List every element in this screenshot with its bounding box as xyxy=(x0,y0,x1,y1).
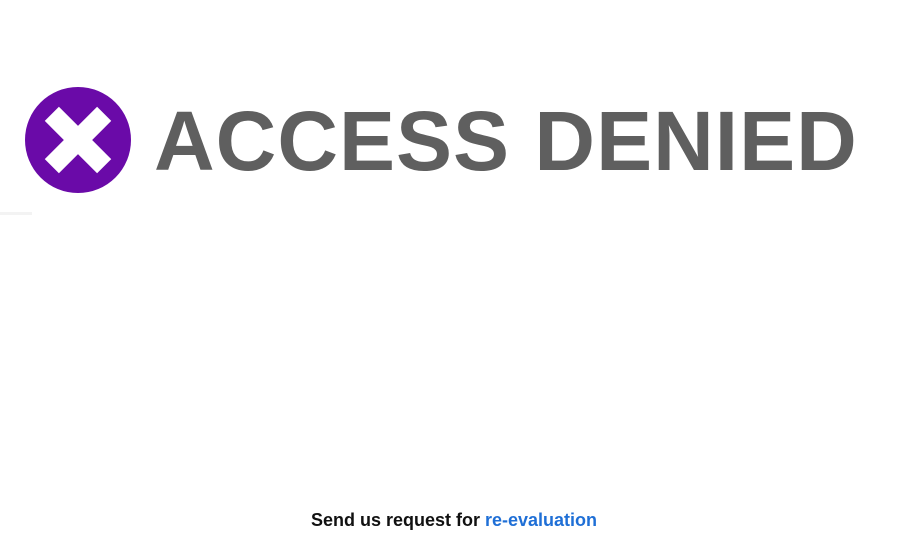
access-denied-banner: ACCESS DENIED xyxy=(24,86,874,194)
re-evaluation-link[interactable]: re-evaluation xyxy=(485,510,597,530)
page-title: ACCESS DENIED xyxy=(154,94,858,188)
x-circle-icon xyxy=(25,87,131,193)
divider xyxy=(0,212,32,215)
re-evaluation-message: Send us request for re-evaluation xyxy=(0,508,900,532)
footer-text: Send us request for xyxy=(310,510,480,530)
